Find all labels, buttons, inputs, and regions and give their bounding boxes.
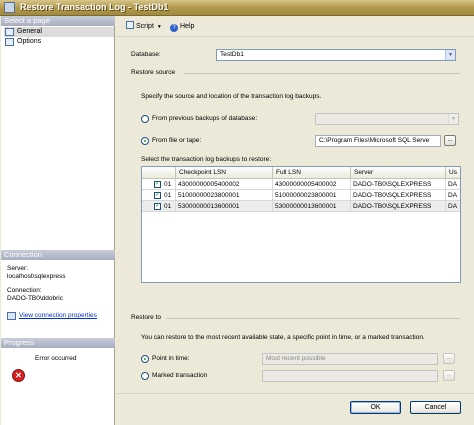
restore-to-header: Restore to [131,314,161,321]
page-icon [5,38,14,46]
backup-sets-grid[interactable]: Checkpoint LSN Full LSN Server Us ✓ 01 4… [141,166,461,283]
progress-header: Progress [1,338,115,348]
from-previous-radio[interactable] [141,115,149,123]
restore-source-header: Restore source [131,69,176,76]
checkpoint-lsn-cell: 51000000023800001 [176,190,273,201]
browse-file-button[interactable]: ... [444,135,456,146]
from-previous-select[interactable]: ▼ [315,113,459,125]
grid-header-full-lsn[interactable]: Full LSN [273,167,351,179]
progress-status: Error occurred [35,355,77,362]
restore-cell[interactable]: ✓ 01 [142,179,176,190]
connection-value: DADO-TB0\ddobric [7,295,63,302]
grid-header-checkpoint-lsn[interactable]: Checkpoint LSN [176,167,273,179]
left-panel: Select a page General Options Connection… [1,16,115,425]
from-file-label: From file or tape: [152,137,202,144]
connection-header: Connection [1,250,115,260]
position-value: 01 [164,192,172,199]
server-cell: DADO-TB0\SQLEXPRESS [351,179,446,190]
server-label: Server: [7,265,28,272]
error-icon: ✕ [12,369,25,382]
dropdown-arrow-icon: ▼ [156,24,162,30]
help-icon: ? [170,24,178,32]
grid-header-server[interactable]: Server [351,167,446,179]
select-backups-label: Select the transaction log backups to re… [141,156,272,163]
page-item-label: Options [17,38,42,45]
help-label: Help [180,23,195,30]
title-bar[interactable]: Restore Transaction Log - TestDb1 [0,0,474,16]
full-lsn-cell: 53000000013600001 [273,201,351,212]
database-label: Database: [131,51,161,58]
marked-transaction-label: Marked transaction [152,372,208,379]
from-file-value: C:\Program Files\Microsoft SQL Serve [319,137,430,144]
page-item-options[interactable]: Options [4,37,114,47]
script-label: Script [136,23,154,30]
user-cell: DA [446,201,460,212]
grid-header-restore[interactable] [142,167,176,179]
point-in-time-browse-button[interactable]: ... [443,353,455,364]
app-icon [4,2,15,13]
user-cell: DA [446,179,460,190]
server-cell: DADO-TB0\SQLEXPRESS [351,201,446,212]
page-item-label: General [17,28,42,35]
chevron-down-icon: ▼ [448,114,458,124]
table-row[interactable]: ✓ 01 51000000023800001 51000000023800001… [142,190,460,201]
restore-checkbox[interactable]: ✓ [154,203,161,210]
window-title: Restore Transaction Log - TestDb1 [20,2,169,12]
checkpoint-lsn-cell: 53000000013600001 [176,201,273,212]
table-row[interactable]: ✓ 01 53000000013600001 53000000013600001… [142,201,460,212]
ok-button[interactable]: OK [350,401,401,414]
toolbar: Script ▼ ? Help [116,17,474,37]
chevron-down-icon: ▼ [445,50,455,60]
checkpoint-lsn-cell: 43000000005400002 [176,179,273,190]
point-in-time-field[interactable]: Most recent possible [262,353,438,365]
script-icon [126,21,134,29]
marked-transaction-browse-button[interactable]: ... [443,370,455,381]
full-lsn-cell: 43000000005400002 [273,179,351,190]
restore-source-divider [184,73,460,74]
server-value: localhost\sqlexpress [7,273,66,280]
properties-icon [7,312,16,320]
server-cell: DADO-TB0\SQLEXPRESS [351,190,446,201]
marked-transaction-radio[interactable] [141,372,149,380]
full-lsn-cell: 51000000023800001 [273,190,351,201]
point-in-time-label: Point in time: [152,355,190,362]
position-value: 01 [164,203,172,210]
restore-to-instruction: You can restore to the most recent avail… [141,334,425,341]
restore-cell[interactable]: ✓ 01 [142,201,176,212]
database-select[interactable]: TestDb1 ▼ [216,49,456,61]
restore-checkbox[interactable]: ✓ [154,192,161,199]
point-in-time-radio[interactable] [141,355,149,363]
restore-cell[interactable]: ✓ 01 [142,190,176,201]
from-previous-label: From previous backups of database: [152,115,258,122]
from-file-field[interactable]: C:\Program Files\Microsoft SQL Serve [315,135,441,147]
user-cell: DA [446,190,460,201]
database-value: TestDb1 [220,51,244,58]
help-button[interactable]: ? Help [170,20,194,34]
source-instruction: Specify the source and location of the t… [141,93,322,100]
cancel-button[interactable]: Cancel [410,401,461,414]
select-page-header: Select a page [1,16,115,26]
position-value: 01 [164,181,172,188]
from-file-radio[interactable] [141,137,149,145]
view-connection-properties-link[interactable]: View connection properties [7,312,97,320]
page-item-general[interactable]: General [4,27,114,37]
script-button[interactable]: Script ▼ [126,20,162,34]
table-row[interactable]: ✓ 01 43000000005400002 43000000005400002… [142,179,460,190]
page-icon [5,28,14,36]
restore-to-divider [166,318,460,319]
view-connection-link-text: View connection properties [19,312,97,319]
grid-header-user[interactable]: Us [446,167,460,179]
point-in-time-value: Most recent possible [266,355,326,362]
footer-divider [116,393,474,394]
marked-transaction-field[interactable] [262,370,438,382]
connection-label: Connection: [7,287,42,294]
restore-checkbox[interactable]: ✓ [154,181,161,188]
